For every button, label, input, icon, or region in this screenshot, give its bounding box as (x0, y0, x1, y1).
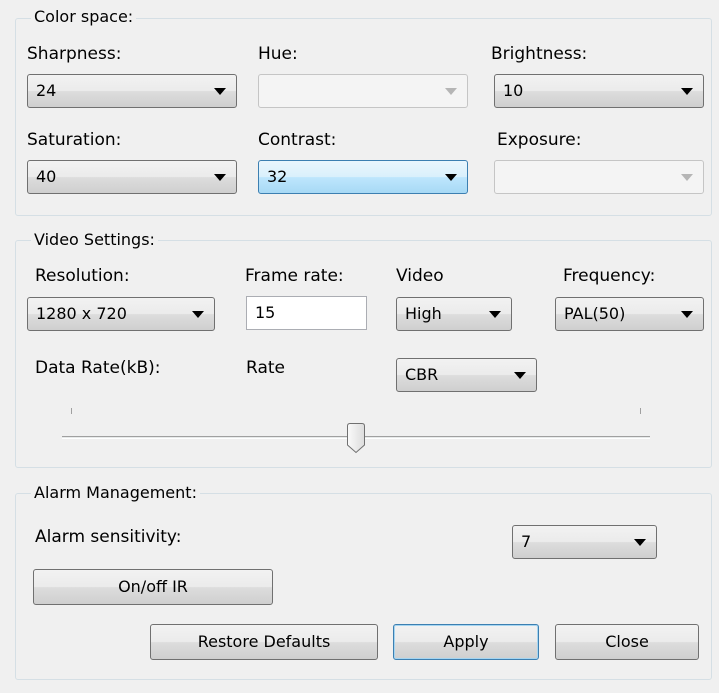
saturation-label: Saturation: (27, 130, 122, 150)
chevron-down-icon (214, 174, 226, 181)
hue-select[interactable] (258, 74, 468, 108)
slider-tick-max (640, 408, 641, 414)
brightness-label: Brightness: (491, 44, 588, 64)
chevron-down-icon (634, 539, 646, 546)
brightness-value: 10 (503, 81, 524, 100)
chevron-down-icon (514, 372, 526, 379)
video-quality-select[interactable]: High (396, 297, 512, 331)
frequency-select[interactable]: PAL(50) (555, 297, 704, 331)
alarm-management-title: Alarm Management: (31, 484, 200, 502)
alarm-sensitivity-label: Alarm sensitivity: (35, 527, 182, 547)
apply-button[interactable]: Apply (393, 624, 539, 660)
ir-toggle-button[interactable]: On/off IR (33, 569, 273, 605)
chevron-down-icon (681, 174, 693, 181)
alarm-sensitivity-select[interactable]: 7 (512, 525, 657, 559)
chevron-down-icon (214, 88, 226, 95)
resolution-label: Resolution: (35, 266, 130, 286)
alarm-sensitivity-value: 7 (521, 532, 532, 551)
contrast-label: Contrast: (258, 130, 337, 150)
frame-rate-input[interactable]: 15 (246, 296, 367, 330)
hue-label: Hue: (258, 44, 298, 64)
slider-thumb[interactable] (345, 422, 367, 454)
sharpness-select[interactable]: 24 (27, 74, 237, 108)
restore-defaults-button[interactable]: Restore Defaults (150, 624, 378, 660)
sharpness-label: Sharpness: (27, 44, 122, 64)
chevron-down-icon (445, 88, 457, 95)
video-quality-value: High (405, 304, 442, 323)
saturation-value: 40 (36, 167, 57, 186)
chevron-down-icon (192, 311, 204, 318)
rate-mode-value: CBR (405, 365, 439, 384)
close-button[interactable]: Close (555, 624, 699, 660)
saturation-select[interactable]: 40 (27, 160, 237, 194)
slider-tick-min (71, 408, 72, 414)
color-space-title: Color space: (31, 8, 137, 26)
exposure-label: Exposure: (497, 130, 582, 150)
resolution-value: 1280 x 720 (36, 304, 127, 323)
frame-rate-label: Frame rate: (245, 266, 344, 286)
chevron-down-icon (445, 174, 457, 181)
brightness-select[interactable]: 10 (494, 74, 704, 108)
contrast-select[interactable]: 32 (258, 160, 468, 194)
chevron-down-icon (681, 88, 693, 95)
frequency-label: Frequency: (563, 266, 656, 286)
rate-label: Rate (246, 358, 285, 378)
video-label: Video (396, 266, 444, 286)
chevron-down-icon (489, 311, 501, 318)
chevron-down-icon (681, 311, 693, 318)
contrast-value: 32 (267, 167, 288, 186)
data-rate-label: Data Rate(kB): (35, 358, 161, 378)
exposure-select[interactable] (494, 160, 704, 194)
sharpness-value: 24 (36, 81, 57, 100)
frequency-value: PAL(50) (564, 304, 626, 323)
rate-mode-select[interactable]: CBR (396, 358, 537, 392)
resolution-select[interactable]: 1280 x 720 (27, 297, 215, 331)
video-settings-title: Video Settings: (31, 231, 158, 249)
